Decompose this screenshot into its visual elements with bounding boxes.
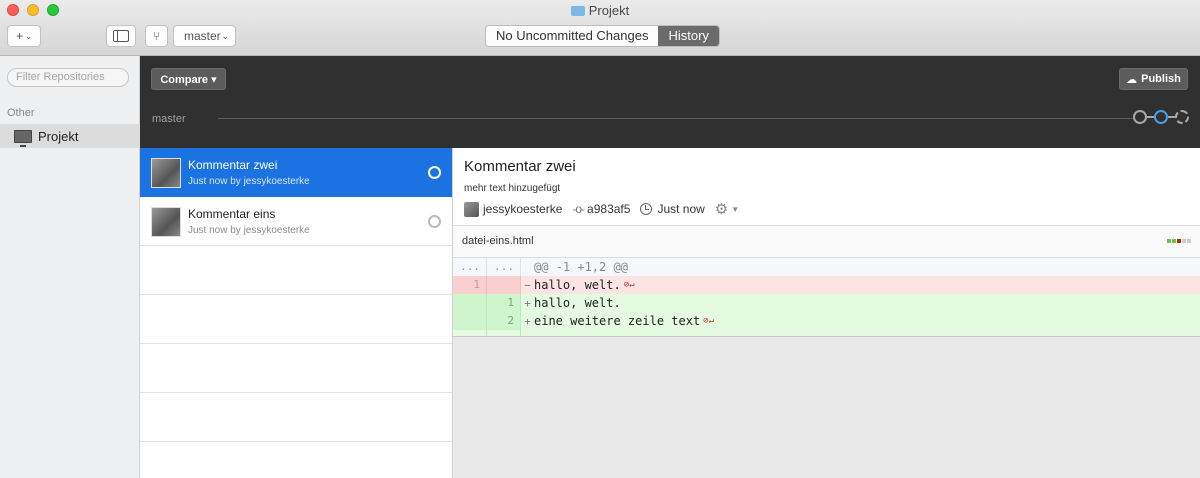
no-newline-icon: ⊘↵ [703,316,715,326]
sidebar-icon [113,30,129,42]
empty-row [140,344,452,393]
publish-button[interactable]: ☁ Publish [1119,68,1188,90]
empty-row [140,393,452,442]
commit-icon: -o- [572,202,585,216]
node-connector [1168,116,1175,118]
repository-sidebar: Filter Repositories Other Projekt [0,56,140,478]
monitor-icon [14,129,32,147]
diff-code: eine weitere zeile text [534,314,701,328]
empty-row [140,295,452,344]
chevron-down-icon: ⌄ [221,30,229,41]
old-line-number [453,294,487,312]
diff-stat-del [1177,239,1181,243]
window-title: Projekt [0,3,1200,18]
commit-nodes [1133,110,1189,124]
commit-info: Kommentar zwei mehr text hinzugefügt jes… [453,148,1200,226]
branch-header: Compare ▾ ☁ Publish master [140,56,1200,148]
folder-icon [570,6,585,16]
old-line-number: 1 [453,276,487,294]
file-name: datei-eins.html [462,235,534,247]
branch-timeline [218,118,1136,119]
avatar [151,207,181,237]
commit-detail-title: Kommentar zwei [464,158,576,175]
commit-subtitle: Just now by jessykoesterke [188,176,310,187]
commit-ring-icon [428,215,441,228]
old-line-number [453,312,487,330]
commit-node[interactable] [1133,110,1147,124]
gear-icon[interactable]: ⚙ [715,200,728,218]
diff-line-padding [453,330,1200,336]
compare-button[interactable]: Compare ▾ [151,68,226,90]
commit-ring-icon [428,166,441,179]
diff-marker: + [524,296,531,310]
title-bar: Projekt + ⌄ ⑂ master ⌄ No Uncommitted Cha… [0,0,1200,56]
empty-row [140,246,452,295]
new-line-number: 2 [487,312,521,330]
commit-row[interactable]: Kommentar eins Just now by jessykoesterk… [140,197,452,246]
add-repository-button[interactable]: + ⌄ [7,25,41,47]
diff-line-added[interactable]: 1 + hallo, welt. [453,294,1200,312]
plus-icon: + [16,29,24,43]
commit-title: Kommentar eins [188,207,276,221]
cloud-upload-icon: ☁ [1126,73,1138,86]
chevron-down-icon[interactable]: ▼ [731,205,739,214]
hunk-header-line: ... ... @@ -1 +1,2 @@ [453,258,1200,276]
view-switcher: No Uncommitted Changes History [485,25,720,47]
new-line-number [487,276,521,294]
filter-repositories-input[interactable]: Filter Repositories [7,68,129,87]
diff-line-added[interactable]: 2 + eine weitere zeile text ⊘↵ [453,312,1200,330]
no-newline-icon: ⊘↵ [623,280,635,290]
sidebar-item-label: Projekt [38,128,79,144]
sidebar-item-projekt[interactable]: Projekt [0,124,140,148]
avatar [464,201,479,217]
new-branch-button[interactable]: ⑂ [145,25,168,47]
clock-icon [640,203,653,215]
diff-code: hallo, welt. [534,296,621,310]
diff-stat-add [1172,239,1176,243]
new-line-number: ... [487,258,521,276]
tab-history[interactable]: History [658,26,719,46]
diff-stat-neutral [1187,239,1191,243]
diff-stat [1167,239,1191,243]
diff-line-deleted[interactable]: 1 − hallo, welt. ⊘↵ [453,276,1200,294]
commit-title: Kommentar zwei [188,158,278,172]
avatar [151,158,181,188]
branch-name: master [152,113,186,125]
diff-marker: − [524,278,531,292]
diff-marker: + [524,314,531,328]
commit-description: mehr text hinzugefügt [464,183,561,194]
diff-code: hallo, welt. [534,278,621,292]
diff-view: ... ... @@ -1 +1,2 @@ 1 − hallo, welt. ⊘… [453,258,1200,337]
new-line-number [487,330,521,336]
tab-changes[interactable]: No Uncommitted Changes [486,26,659,46]
branch-icon: ⑂ [152,29,161,43]
commit-author[interactable]: jessykoesterke [483,202,562,216]
diff-stat-add [1167,239,1171,243]
old-line-number [453,330,487,336]
commit-detail: Kommentar zwei mehr text hinzugefügt jes… [453,148,1200,478]
commit-node-selected[interactable] [1154,110,1168,124]
new-line-number: 1 [487,294,521,312]
uncommitted-node[interactable] [1175,110,1189,124]
hunk-header: @@ -1 +1,2 @@ [534,260,628,274]
commit-time: Just now [657,202,705,216]
commit-subtitle: Just now by jessykoesterke [188,225,310,236]
toggle-sidebar-button[interactable] [106,25,136,47]
diff-stat-neutral [1182,239,1186,243]
commit-list: Kommentar zwei Just now by jessykoesterk… [140,148,453,478]
branch-select[interactable]: master ⌄ [173,25,236,47]
sidebar-section-heading: Other [7,107,35,119]
file-header[interactable]: datei-eins.html [453,226,1200,258]
chevron-down-icon: ⌄ [25,31,32,41]
commit-meta: jessykoesterke -o- a983af5 Just now ⚙ ▼ [464,200,739,218]
commit-sha[interactable]: a983af5 [587,202,630,216]
node-connector [1147,116,1154,118]
commit-row[interactable]: Kommentar zwei Just now by jessykoesterk… [140,148,452,197]
old-line-number: ... [453,258,487,276]
